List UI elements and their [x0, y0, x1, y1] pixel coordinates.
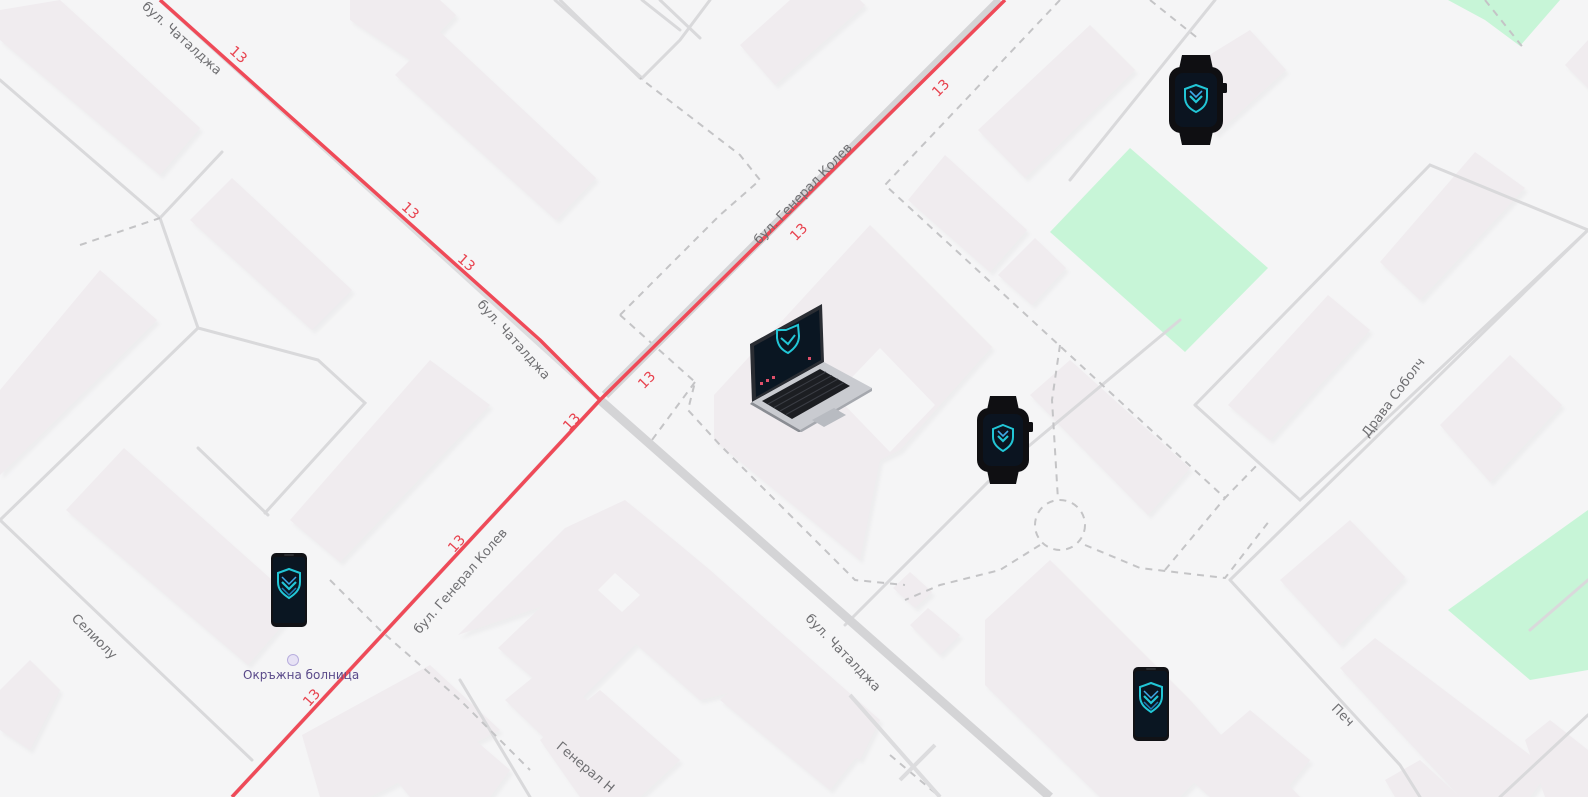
- hospital-poi-icon[interactable]: [287, 654, 299, 666]
- laptop-marker[interactable]: [748, 302, 872, 433]
- laptop-icon: [750, 304, 872, 433]
- smartwatch-marker[interactable]: [1166, 53, 1228, 147]
- smartphone-marker[interactable]: [270, 552, 308, 628]
- map-view[interactable]: бул. Чаталджа бул. Чаталджа бул. Чаталдж…: [0, 0, 1588, 797]
- smartphone-icon: [1133, 667, 1169, 741]
- smartwatch-icon: [977, 396, 1033, 484]
- smartwatch-icon: [1169, 55, 1227, 145]
- smartwatch-marker[interactable]: [975, 394, 1037, 486]
- hospital-poi-label[interactable]: Окръжна болница: [243, 669, 359, 681]
- smartphone-marker[interactable]: [1132, 666, 1170, 742]
- smartphone-icon: [271, 553, 307, 627]
